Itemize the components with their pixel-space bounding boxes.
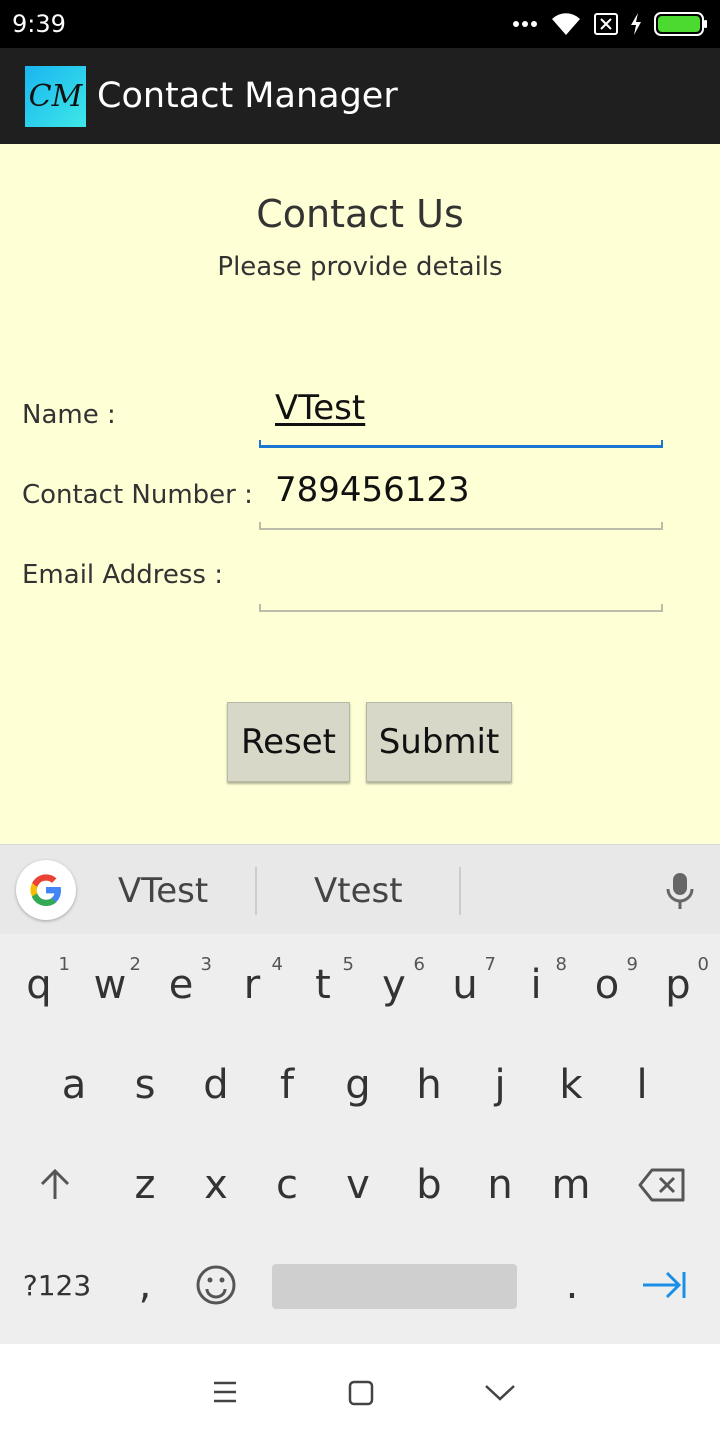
key-h[interactable]: h — [394, 1040, 464, 1130]
name-label: Name : — [22, 400, 116, 430]
key-u[interactable]: u7 — [430, 940, 500, 1030]
suggestion-2[interactable]: Vtest — [314, 871, 403, 911]
key-l[interactable]: l — [607, 1040, 677, 1130]
key-f[interactable]: f — [252, 1040, 322, 1130]
app-logo: CM — [25, 66, 86, 127]
google-icon[interactable] — [16, 860, 76, 920]
shift-key[interactable] — [20, 1140, 90, 1230]
contact-number-label: Contact Number : — [22, 480, 253, 510]
key-d[interactable]: d — [181, 1040, 251, 1130]
next-key[interactable] — [626, 1240, 702, 1330]
emoji-icon — [196, 1265, 236, 1305]
email-label: Email Address : — [22, 560, 223, 590]
symbols-key[interactable]: ?123 — [14, 1240, 100, 1330]
no-sim-icon — [594, 13, 618, 35]
shift-arrow-icon — [40, 1168, 70, 1199]
key-k[interactable]: k — [536, 1040, 606, 1130]
suggestion-divider — [255, 867, 257, 915]
key-v[interactable]: v — [323, 1140, 393, 1230]
name-field[interactable]: VTest — [259, 388, 663, 448]
key-a[interactable]: a — [39, 1040, 109, 1130]
email-field-underline — [259, 604, 663, 612]
suggestion-divider — [459, 867, 461, 915]
key-b[interactable]: b — [394, 1140, 464, 1230]
key-w[interactable]: w2 — [75, 940, 145, 1030]
comma-key[interactable]: , — [110, 1240, 180, 1330]
home-square-icon[interactable] — [348, 1380, 374, 1406]
emoji-key[interactable] — [181, 1240, 251, 1330]
status-icons — [512, 8, 708, 40]
key-x[interactable]: x — [181, 1140, 251, 1230]
page-title: Contact Us — [256, 192, 464, 236]
key-y[interactable]: y6 — [359, 940, 429, 1030]
reset-button[interactable]: Reset — [227, 702, 350, 782]
app-logo-text: CM — [28, 79, 83, 114]
suggestion-1[interactable]: VTest — [118, 871, 208, 911]
key-q[interactable]: q1 — [4, 940, 74, 1030]
wifi-icon — [552, 13, 580, 35]
status-time: 9:39 — [12, 10, 66, 38]
contact-number-field-value: 789456123 — [275, 470, 470, 510]
submit-button[interactable]: Submit — [366, 702, 512, 782]
key-s[interactable]: s — [110, 1040, 180, 1130]
charging-bolt-icon — [631, 13, 641, 35]
key-z[interactable]: z — [110, 1140, 180, 1230]
space-key[interactable] — [272, 1264, 517, 1309]
app-bar: CM Contact Manager — [0, 48, 720, 144]
back-chevron-icon[interactable] — [484, 1384, 516, 1402]
name-field-value: VTest — [275, 388, 366, 428]
page-subtitle: Please provide details — [217, 252, 503, 282]
key-j[interactable]: j — [465, 1040, 535, 1130]
microphone-icon[interactable] — [664, 871, 696, 911]
key-e[interactable]: e3 — [146, 940, 216, 1030]
next-arrow-icon — [643, 1271, 686, 1299]
contact-form: Contact Us Please provide details Name :… — [0, 144, 720, 844]
more-dots-icon — [513, 21, 537, 27]
suggestion-bar: VTest Vtest — [0, 844, 720, 934]
key-r[interactable]: r4 — [217, 940, 287, 1030]
keyboard: q1 w2 e3 r4 t5 y6 u7 i8 o9 p0 a s d f g … — [0, 934, 720, 1344]
battery-icon — [654, 12, 707, 36]
app-title: Contact Manager — [97, 76, 398, 116]
status-bar: 9:39 — [0, 0, 720, 48]
key-m[interactable]: m — [536, 1140, 606, 1230]
key-p[interactable]: p0 — [643, 940, 713, 1030]
email-field[interactable] — [259, 552, 663, 612]
backspace-key[interactable] — [620, 1140, 704, 1230]
contact-number-field[interactable]: 789456123 — [259, 470, 663, 530]
menu-icon[interactable] — [213, 1381, 237, 1403]
key-c[interactable]: c — [252, 1140, 322, 1230]
key-n[interactable]: n — [465, 1140, 535, 1230]
period-key[interactable]: . — [537, 1240, 607, 1330]
key-o[interactable]: o9 — [572, 940, 642, 1030]
contact-number-field-underline — [259, 522, 663, 530]
navigation-bar — [0, 1344, 720, 1440]
key-t[interactable]: t5 — [288, 940, 358, 1030]
key-i[interactable]: i8 — [501, 940, 571, 1030]
key-g[interactable]: g — [323, 1040, 393, 1130]
name-field-underline — [259, 440, 663, 448]
backspace-icon — [638, 1168, 685, 1202]
